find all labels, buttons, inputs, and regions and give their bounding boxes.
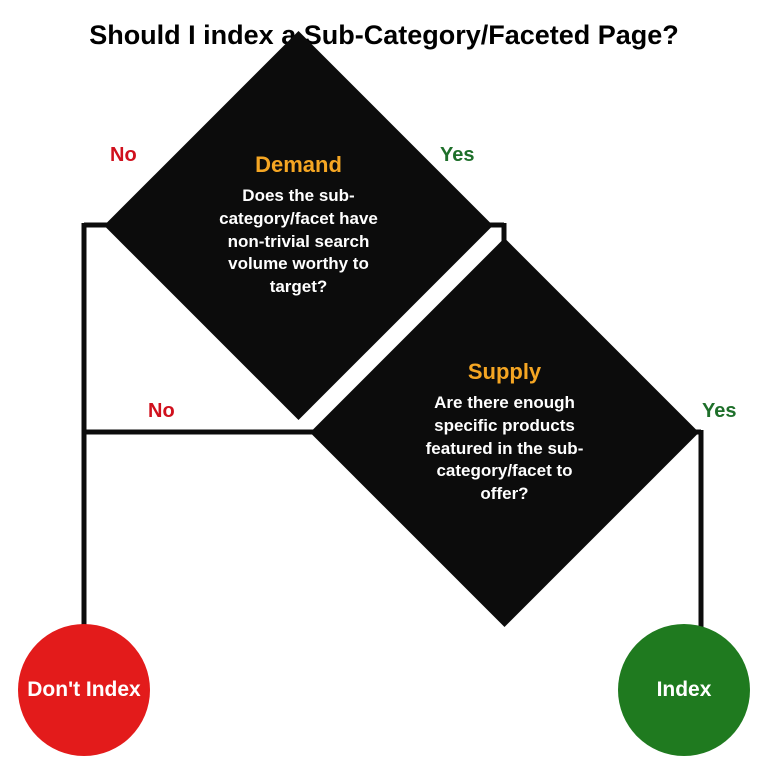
decision-supply-body: Are there enough specific products featu… [419,391,590,506]
page-title: Should I index a Sub-Category/Faceted Pa… [0,20,768,51]
outcome-index: Index [618,624,750,756]
decision-supply: Supply Are there enough specific product… [310,238,699,627]
outcome-dont-index: Don't Index [18,624,150,756]
edge-demand-yes: Yes [440,144,474,167]
decision-demand-body: Does the sub-category/facet have non-tri… [213,184,384,299]
edge-demand-no: No [110,144,137,167]
decision-supply-heading: Supply [467,358,540,384]
edge-supply-yes: Yes [702,400,736,423]
decision-demand-heading: Demand [255,151,342,177]
edge-supply-no: No [148,400,175,423]
